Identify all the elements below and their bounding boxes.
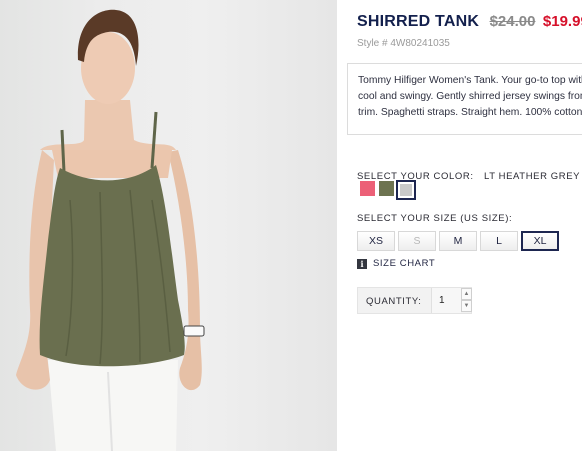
size-selector-label: SELECT YOUR SIZE (US SIZE): — [357, 213, 513, 224]
size-option-xl[interactable]: XL — [521, 231, 559, 251]
size-chart-link[interactable]: i SIZE CHART — [357, 258, 435, 269]
product-photo — [0, 0, 337, 451]
original-price: $24.00 — [489, 13, 536, 30]
size-option-s[interactable]: S — [398, 231, 436, 251]
quantity-input[interactable]: 1 — [431, 288, 461, 313]
selected-color-name: LT HEATHER GREY — [484, 171, 581, 182]
model-illustration — [16, 9, 205, 451]
color-swatch-olive[interactable] — [379, 181, 394, 196]
chevron-down-icon[interactable]: ▼ — [461, 300, 472, 312]
size-chart-label: SIZE CHART — [373, 258, 436, 269]
quantity-label: QUANTITY: — [366, 296, 422, 307]
sale-price: $19.99 — [542, 13, 582, 30]
chevron-up-icon[interactable]: ▲ — [461, 288, 472, 300]
title-row: SHIRRED TANK $24.00 $19.99 — [357, 13, 582, 31]
color-swatch-grey-fill — [400, 184, 412, 196]
product-description: Tommy Hilfiger Women's Tank. Your go-to … — [358, 75, 582, 118]
color-swatch-pink[interactable] — [360, 181, 375, 196]
info-icon: i — [357, 258, 367, 269]
quantity-control: QUANTITY: 1 ▲ ▼ — [357, 287, 472, 314]
style-number: Style # 4W80241035 — [357, 38, 450, 49]
size-option-l[interactable]: L — [480, 231, 518, 251]
size-option-m[interactable]: M — [439, 231, 477, 251]
color-swatch-lt-heather-grey[interactable] — [396, 180, 416, 200]
product-title: SHIRRED TANK — [357, 13, 480, 30]
description-box[interactable]: Tommy Hilfiger Women's Tank. Your go-to … — [347, 63, 582, 135]
quantity-stepper[interactable]: ▲ ▼ — [461, 288, 472, 313]
size-option-xs[interactable]: XS — [357, 231, 395, 251]
